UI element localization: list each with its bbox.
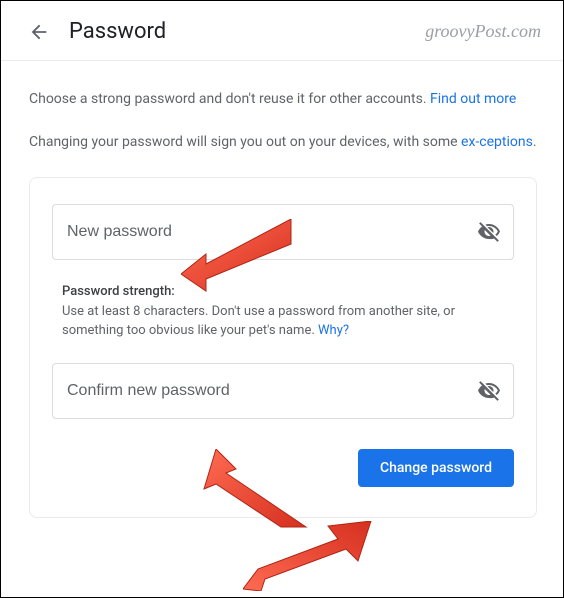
strength-text: Use at least 8 characters. Don't use a p… <box>62 303 514 341</box>
visibility-off-icon[interactable] <box>477 379 501 403</box>
desc1-text: Choose a strong password and don't reuse… <box>29 91 430 107</box>
new-password-input[interactable] <box>67 223 463 241</box>
exceptions-link[interactable]: ex-ceptions <box>461 134 533 150</box>
actions-row: Change password <box>52 449 514 487</box>
desc2-after: . <box>533 134 537 150</box>
description-1: Choose a strong password and don't reuse… <box>29 89 537 110</box>
password-strength-block: Password strength: Use at least 8 charac… <box>62 284 514 341</box>
page-title: Password <box>69 19 166 44</box>
visibility-off-icon[interactable] <box>477 220 501 244</box>
strength-label: Password strength: <box>62 284 514 299</box>
description-2: Changing your password will sign you out… <box>29 132 537 153</box>
find-out-more-link[interactable]: Find out more <box>430 91 516 107</box>
content-area: Choose a strong password and don't reuse… <box>1 61 563 538</box>
strength-text-content: Use at least 8 characters. Don't use a p… <box>62 304 455 338</box>
change-password-button[interactable]: Change password <box>358 449 514 487</box>
header: Password groovyPost.com <box>1 1 563 61</box>
back-arrow-icon[interactable] <box>27 20 51 44</box>
password-card: Password strength: Use at least 8 charac… <box>29 177 537 518</box>
desc2-text: Changing your password will sign you out… <box>29 134 461 150</box>
confirm-password-input[interactable] <box>67 382 463 400</box>
why-link[interactable]: Why? <box>318 323 349 338</box>
confirm-password-field-wrap <box>52 363 514 419</box>
new-password-field-wrap <box>52 204 514 260</box>
watermark-text: groovyPost.com <box>425 21 541 42</box>
